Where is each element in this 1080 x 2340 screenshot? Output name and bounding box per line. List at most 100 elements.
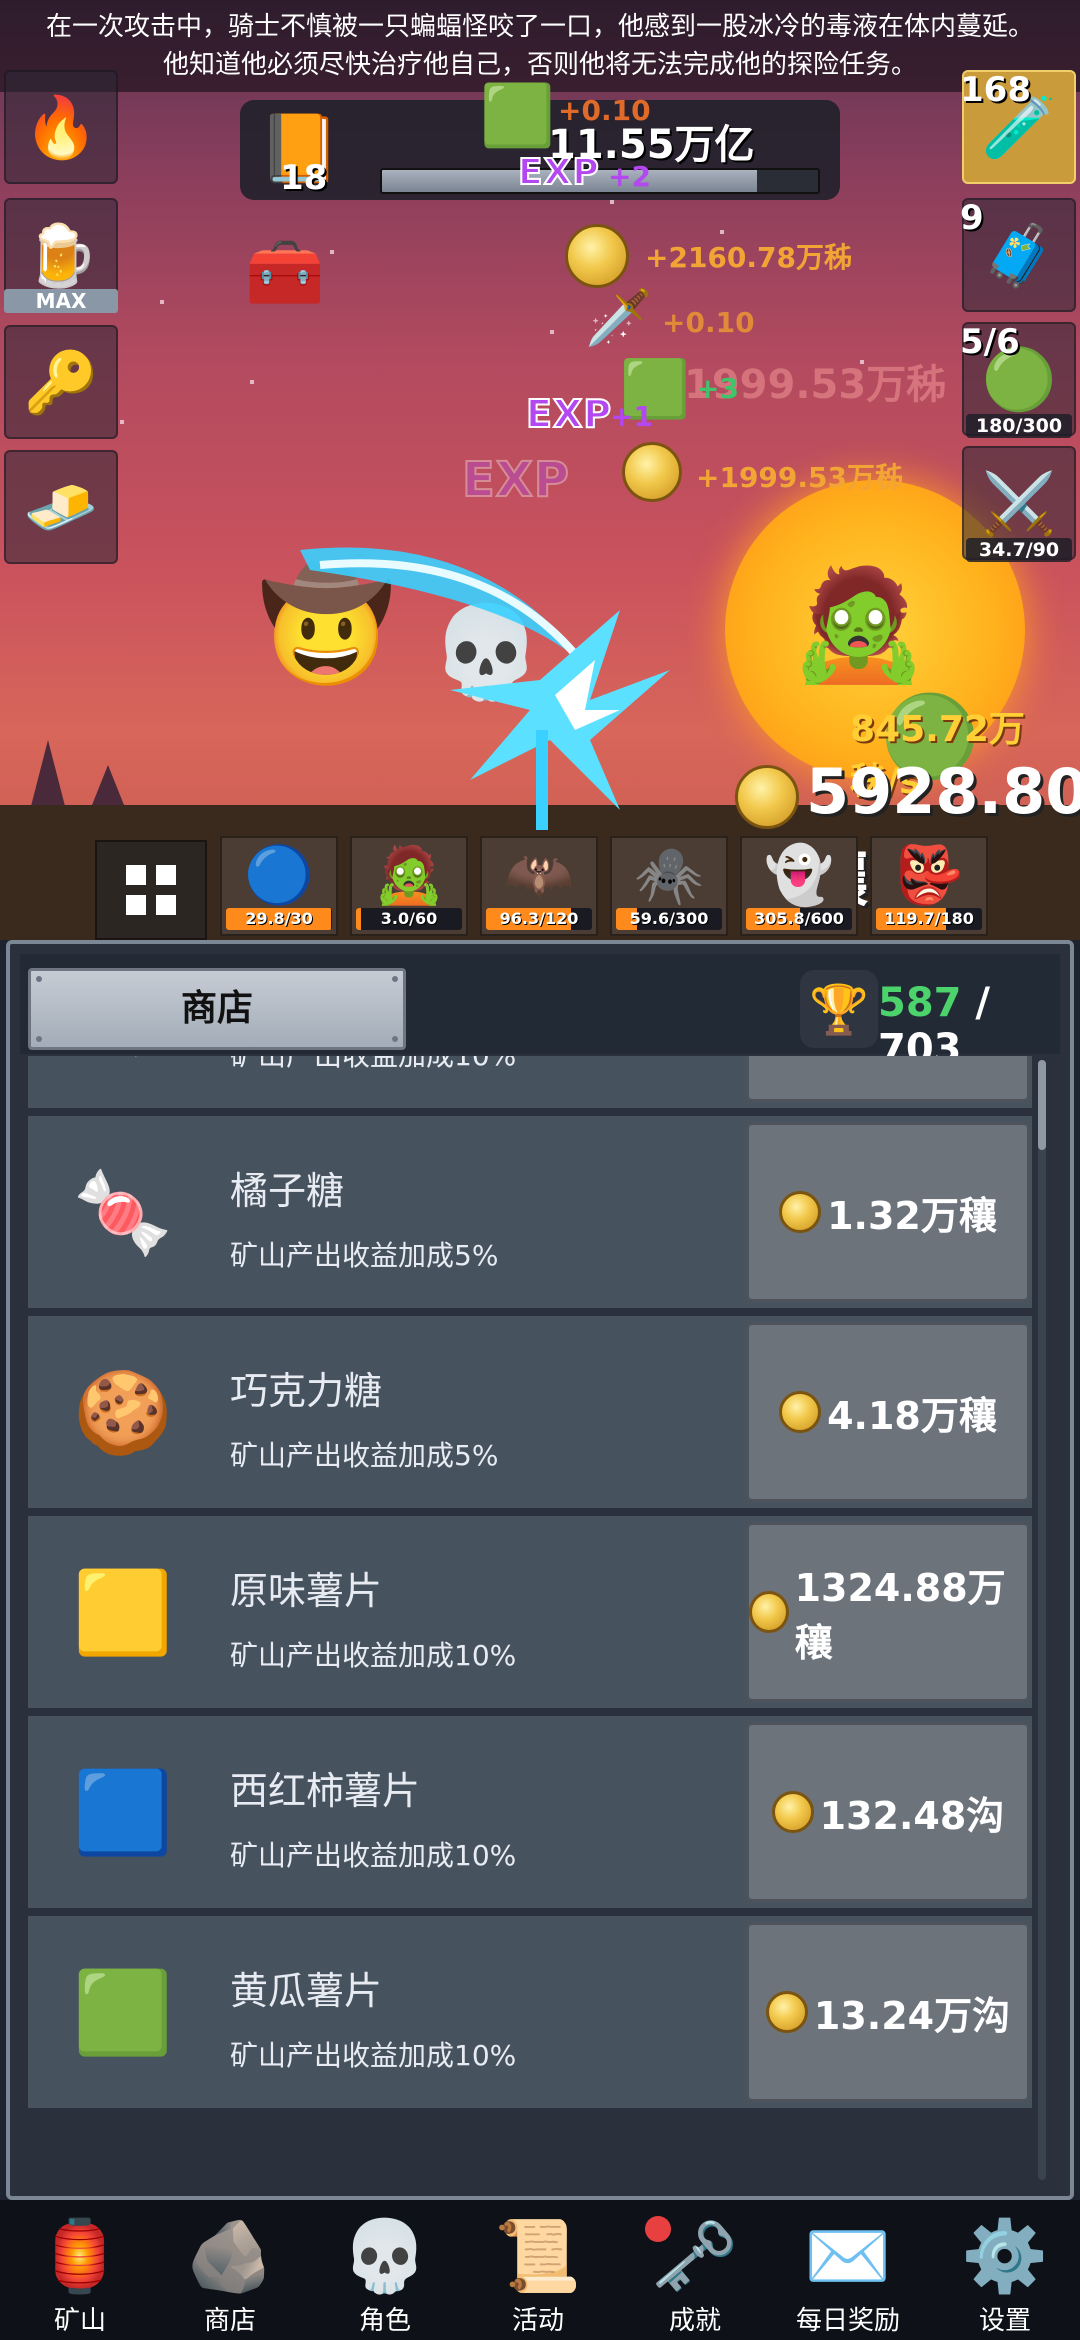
scroll-icon: 📜 bbox=[494, 2215, 582, 2297]
shop-item-name: 西红柿薯片 bbox=[230, 1769, 421, 1813]
slash-effect bbox=[300, 547, 670, 830]
nav-item-envelope[interactable]: ✉️ 每日奖励 bbox=[778, 2206, 918, 2340]
coin-icon bbox=[779, 1191, 822, 1233]
menu-grid-button[interactable] bbox=[95, 840, 207, 940]
level-number: 18 bbox=[280, 158, 328, 198]
coin-icon bbox=[765, 1991, 808, 2033]
sword-progress-label: 34.7/90 bbox=[966, 538, 1072, 562]
exp-word-top: EXP bbox=[517, 151, 600, 194]
buy-button[interactable]: 132.48沟 bbox=[746, 1722, 1030, 1902]
shop-item-row: 🟨 原味薯片 矿山产出收益加成10% 1324.88万穰 bbox=[28, 1516, 1032, 1712]
slime-gain: +3 bbox=[696, 372, 739, 405]
notification-dot bbox=[645, 2216, 671, 2242]
story-banner: 在一次攻击中，骑士不慎被一只蝙蝠怪咬了一口，他感到一股冰冷的毒液在体内蔓延。 他… bbox=[0, 0, 1080, 92]
monster-progress-text: 29.8/30 bbox=[245, 909, 313, 928]
slime-progress-label: 180/300 bbox=[966, 414, 1072, 438]
monster-slot-spider[interactable]: 🕷️ 59.6/300 bbox=[610, 836, 728, 936]
shop-tab[interactable]: 商店 bbox=[28, 968, 406, 1050]
monster-slot-blue-slime[interactable]: 🔵 29.8/30 bbox=[220, 836, 338, 936]
buy-price: 1324.88万穰 bbox=[794, 1566, 1006, 1665]
coin-icon bbox=[622, 442, 682, 502]
buy-button[interactable]: 4.18万穰 bbox=[746, 1322, 1030, 1502]
monster-slot-zombie[interactable]: 🧟 3.0/60 bbox=[350, 836, 468, 936]
shop-scroll-thumb[interactable] bbox=[1038, 1060, 1046, 1150]
nav-item-gear[interactable]: ⚙️ 设置 bbox=[935, 2206, 1075, 2340]
shop-item-name: 原味薯片 bbox=[230, 1569, 383, 1613]
buy-button[interactable]: 1324.88万穰 bbox=[746, 1522, 1030, 1702]
shop-item-row: 🟩 黄瓜薯片 矿山产出收益加成10% 13.24万沟 bbox=[28, 1916, 1032, 2112]
lantern-icon: 🏮 bbox=[36, 2215, 124, 2297]
buy-button[interactable]: 13.24万沟 bbox=[746, 1922, 1030, 2102]
nav-label: 设置 bbox=[978, 2306, 1031, 2336]
sword-icon: ⚔️ bbox=[981, 468, 1057, 539]
slime-drop-icon: 🟩 bbox=[480, 81, 555, 151]
gold-bar-icon: 🧈 bbox=[23, 472, 99, 543]
trophy-current: 587 bbox=[878, 980, 962, 1026]
exp-progress-bar bbox=[380, 168, 820, 194]
envelope-icon: ✉️ bbox=[804, 2215, 892, 2297]
grid-cell-icon bbox=[156, 895, 176, 915]
nav-label: 角色 bbox=[358, 2306, 411, 2336]
coin-icon bbox=[771, 1791, 814, 1833]
monster-progress-text: 3.0/60 bbox=[380, 909, 438, 928]
shop-item-desc: 矿山产出收益加成10% bbox=[230, 1639, 517, 1672]
buy-price: 4.18万穰 bbox=[827, 1393, 997, 1438]
shop-item-list[interactable]: 🍫巧克力薯角矿山产出收益加成10%1.32万穰🍬橘子糖矿山产出收益加成5%1.3… bbox=[28, 1056, 1038, 2190]
shop-item-row: 🍫巧克力薯角矿山产出收益加成10%1.32万穰 bbox=[28, 1056, 1032, 1112]
nav-item-skull[interactable]: 💀 角色 bbox=[315, 2206, 455, 2340]
orange-gain-top: +0.10 bbox=[558, 94, 651, 127]
monster-progress-text: 96.3/120 bbox=[499, 909, 579, 928]
beer-mug-icon: 🍺 bbox=[23, 220, 99, 291]
zombie-enemy-sprite: 🧟 bbox=[790, 560, 927, 688]
monster-progress-text: 119.7/180 bbox=[884, 909, 974, 928]
story-line-1: 在一次攻击中，骑士不慎被一只蝙蝠怪咬了一口，他感到一股冰冷的毒液在体内蔓延。 bbox=[45, 12, 1034, 42]
torch-slot[interactable]: 🔥 bbox=[4, 70, 118, 184]
coin-icon bbox=[565, 224, 629, 288]
story-line-2: 他知道他必须尽快治疗他自己，否则他将无法完成他的探险任务。 bbox=[162, 50, 917, 80]
monster-progress-text: 305.8/600 bbox=[754, 909, 844, 928]
grid-cell-icon bbox=[156, 865, 176, 885]
monster-progress-bar: 29.8/30 bbox=[226, 908, 332, 930]
nav-item-lantern[interactable]: 🏮 矿山 bbox=[10, 2206, 150, 2340]
slime-count: 5/6 bbox=[960, 322, 1020, 362]
cucumber-chips-icon: 🟩 bbox=[73, 1966, 173, 2059]
monster-slot-ghost[interactable]: 👻 305.8/600 bbox=[740, 836, 858, 936]
nav-label: 每日奖励 bbox=[795, 2306, 900, 2336]
shop-item-desc: 矿山产出收益加成10% bbox=[230, 1839, 517, 1872]
shop-item-name: 巧克力糖 bbox=[230, 1369, 383, 1413]
chest-count: 9 bbox=[960, 198, 984, 238]
shop-item-row: 🍬 橘子糖矿山产出收益加成5% 1.32万穰 bbox=[28, 1116, 1032, 1312]
nav-item-scroll[interactable]: 📜 活动 bbox=[468, 2206, 608, 2340]
skull-icon: 💀 bbox=[341, 2215, 429, 2297]
nav-item-ore[interactable]: 🪨 商店 bbox=[160, 2206, 300, 2340]
monster-slot-goblin[interactable]: 👺 119.7/180 bbox=[870, 836, 988, 936]
game-screen: { "story": { "line1": "在一次攻击中，骑士不慎被一只蝙蝠怪… bbox=[0, 0, 1080, 2340]
golden-key-slot[interactable]: 🔑 bbox=[4, 325, 118, 439]
nav-label: 矿山 bbox=[53, 2306, 106, 2336]
exp-gain-top: +2 bbox=[608, 160, 651, 193]
shop-item-desc: 矿山产出收益加成10% bbox=[230, 2039, 517, 2072]
shop-item-desc: 矿山产出收益加成5% bbox=[230, 1239, 499, 1272]
ore-icon: 🪨 bbox=[186, 2215, 274, 2297]
battle-scene: 🤠 💀 🧟 🟢 🧰 在一次攻击中，骑士不慎被一只蝙蝠怪咬了一口，他感到一股冰冷的… bbox=[0, 0, 1080, 940]
key-icon: 🗝️ bbox=[651, 2215, 739, 2297]
torch-icon: 🔥 bbox=[23, 92, 99, 163]
shop-item-desc: 矿山产出收益加成10% bbox=[230, 1056, 516, 1074]
gold-bar-slot[interactable]: 🧈 bbox=[4, 450, 118, 564]
buy-button[interactable]: 1.32万穰 bbox=[746, 1056, 1030, 1102]
monster-slot-bat[interactable]: 🦇 96.3/120 bbox=[480, 836, 598, 936]
buy-button[interactable]: 1.32万穰 bbox=[746, 1122, 1030, 1302]
trophy-icon[interactable]: 🏆 bbox=[800, 970, 878, 1048]
shop-item-row: 🍪 巧克力糖 矿山产出收益加成5% 4.18万穰 bbox=[28, 1316, 1032, 1512]
monster-progress-bar: 305.8/600 bbox=[746, 908, 852, 930]
shop-item-name: 橘子糖 bbox=[230, 1169, 345, 1213]
treasure-chest-sprite[interactable]: 🧰 bbox=[245, 235, 325, 310]
buy-price: 1.32万穰 bbox=[827, 1193, 997, 1238]
coin-icon bbox=[779, 1391, 822, 1433]
orange-candy-icon: 🍬 bbox=[73, 1166, 173, 1259]
chest-icon: 🧳 bbox=[981, 220, 1057, 291]
monster-progress-bar: 119.7/180 bbox=[876, 908, 982, 930]
nav-label: 活动 bbox=[511, 2306, 564, 2336]
buy-price: 132.48沟 bbox=[819, 1793, 1005, 1838]
shop-scrollbar[interactable] bbox=[1038, 1060, 1046, 2180]
